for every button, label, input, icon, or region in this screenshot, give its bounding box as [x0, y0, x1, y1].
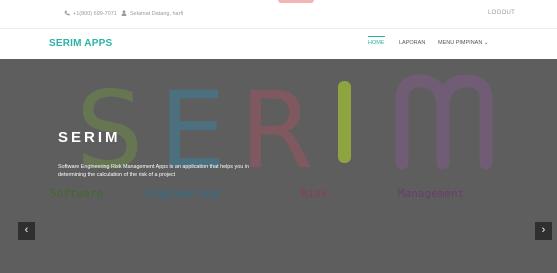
hero-carousel: S E R SERIM Software Engineering Risk Ma…	[0, 59, 557, 273]
phone-contact: +1(800) 699-7071	[64, 10, 117, 18]
phone-icon	[64, 10, 70, 18]
top-bar: +1(800) 699-7071 Selamat Datang, harfi L…	[0, 0, 557, 29]
brand-logo[interactable]: SERIM APPS	[49, 38, 112, 49]
user-icon	[121, 10, 127, 18]
carousel-prev-button[interactable]: ‹	[18, 222, 35, 240]
greeting-text: Selamat Datang, harfi	[130, 11, 184, 17]
phone-number: +1(800) 699-7071	[73, 11, 117, 17]
hero-title: SERIM	[58, 129, 121, 146]
tagline-engineering: Engineering	[146, 187, 219, 200]
tagline-software: Software	[50, 187, 103, 200]
main-navbar: SERIM APPS HOME LAPORAN MENU PIMPINAN ⌄	[0, 29, 557, 59]
nav-menu-pimpinan[interactable]: MENU PIMPINAN ⌄	[438, 40, 488, 46]
chevron-left-icon: ‹	[24, 224, 29, 236]
nav-laporan[interactable]: LAPORAN	[399, 40, 425, 46]
logo-letter-i	[338, 81, 351, 163]
hero-description: Software Engineering Risk Management App…	[58, 164, 249, 178]
top-accent-bar	[278, 0, 314, 3]
tagline-risk: Risk	[301, 187, 328, 200]
logout-link[interactable]: LOGOUT	[488, 10, 515, 16]
user-greeting: Selamat Datang, harfi	[121, 10, 183, 18]
nav-home[interactable]: HOME	[368, 36, 385, 46]
logo-letter-m	[395, 74, 493, 170]
carousel-next-button[interactable]: ›	[535, 222, 552, 240]
tagline-management: Management	[398, 187, 465, 200]
chevron-right-icon: ›	[541, 224, 546, 236]
